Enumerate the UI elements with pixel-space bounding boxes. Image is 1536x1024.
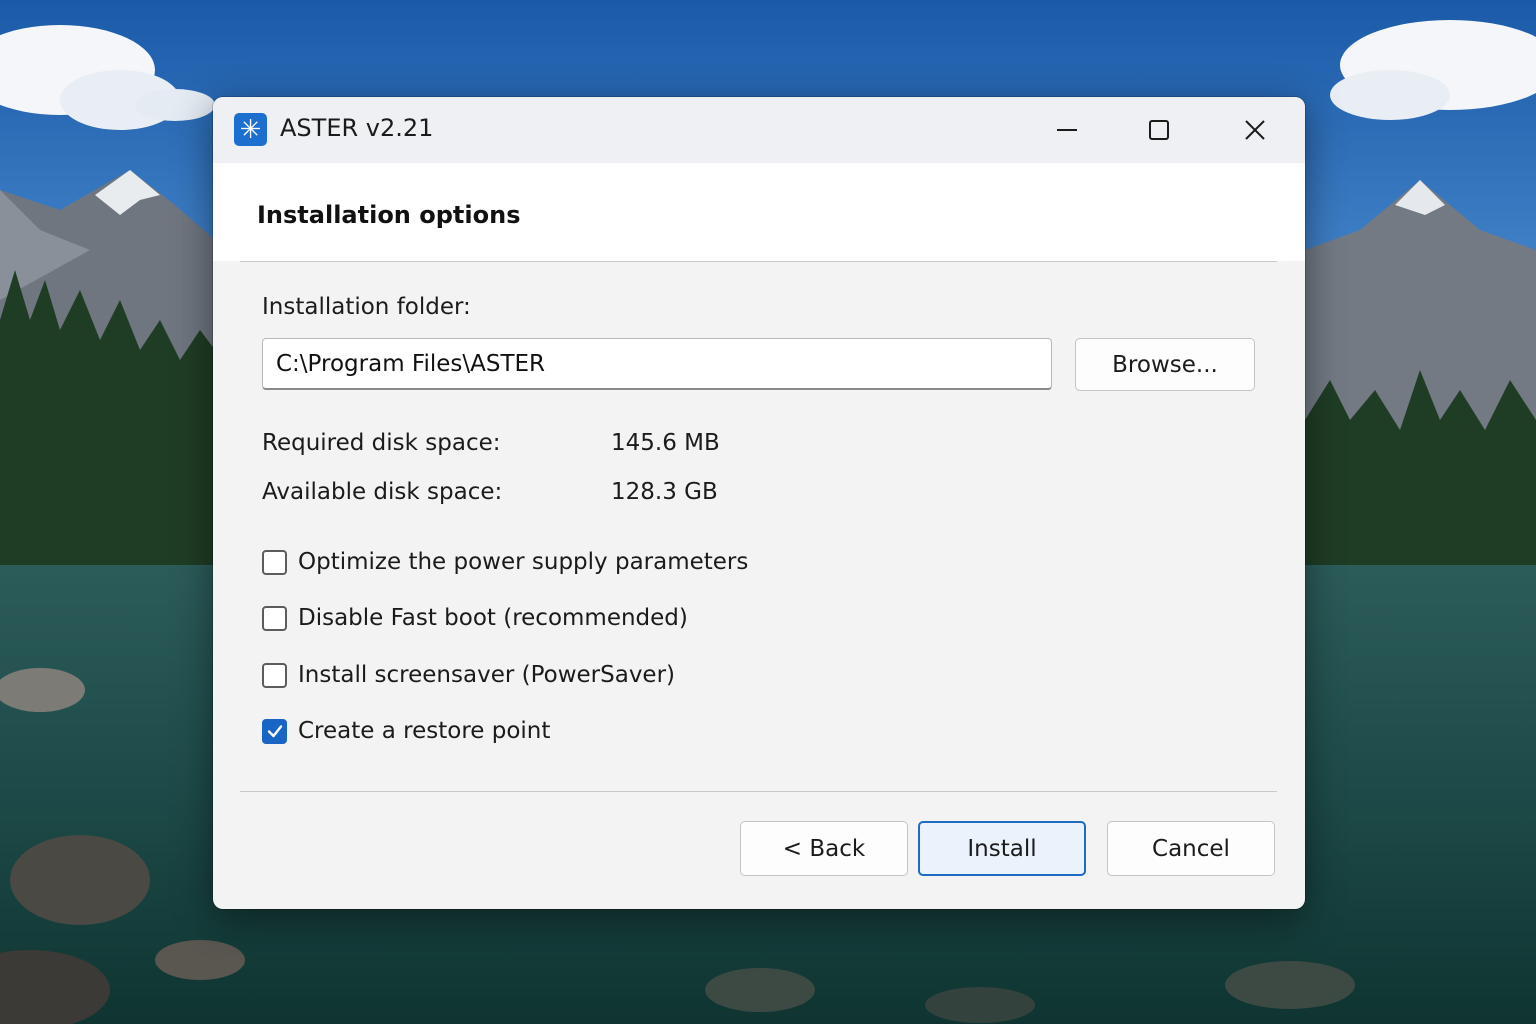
checkmark-icon [267, 725, 282, 738]
available-disk-space-value: 128.3 GB [611, 479, 718, 505]
maximize-button[interactable] [1113, 97, 1205, 163]
checkbox[interactable] [262, 549, 287, 575]
back-button[interactable]: < Back [740, 821, 908, 876]
close-icon [1245, 120, 1265, 140]
browse-button[interactable]: Browse... [1075, 338, 1255, 391]
option-label: Create a restore point [298, 718, 551, 744]
installer-dialog: ✳ ASTER v2.21 Installation options Insta… [213, 97, 1305, 909]
maximize-icon [1149, 120, 1169, 140]
installation-folder-input[interactable] [262, 338, 1052, 390]
option-create-restore-point[interactable]: Create a restore point [262, 715, 550, 747]
minimize-button[interactable] [1021, 97, 1113, 163]
required-disk-space-value: 145.6 MB [611, 430, 720, 456]
available-disk-space-label: Available disk space: [262, 479, 503, 505]
option-install-screensaver[interactable]: Install screensaver (PowerSaver) [262, 659, 675, 691]
page-title: Installation options [257, 201, 521, 229]
checkbox[interactable] [262, 662, 287, 688]
footer-divider [240, 791, 1277, 792]
option-optimize-power[interactable]: Optimize the power supply parameters [262, 546, 748, 578]
checkbox-checked[interactable] [262, 718, 287, 744]
option-label: Optimize the power supply parameters [298, 549, 749, 575]
checkbox[interactable] [262, 605, 287, 631]
close-button[interactable] [1209, 97, 1301, 163]
option-disable-fast-boot[interactable]: Disable Fast boot (recommended) [262, 602, 688, 634]
option-label: Disable Fast boot (recommended) [298, 605, 688, 631]
window-title: ASTER v2.21 [280, 114, 434, 142]
minimize-icon [1057, 129, 1077, 131]
title-bar[interactable]: ✳ ASTER v2.21 [213, 97, 1305, 163]
header-divider [240, 261, 1277, 262]
install-button[interactable]: Install [918, 821, 1086, 876]
required-disk-space-label: Required disk space: [262, 430, 501, 456]
installation-folder-label: Installation folder: [262, 294, 471, 320]
option-label: Install screensaver (PowerSaver) [298, 662, 676, 688]
asterisk-app-icon: ✳ [234, 113, 267, 146]
cancel-button[interactable]: Cancel [1107, 821, 1275, 876]
